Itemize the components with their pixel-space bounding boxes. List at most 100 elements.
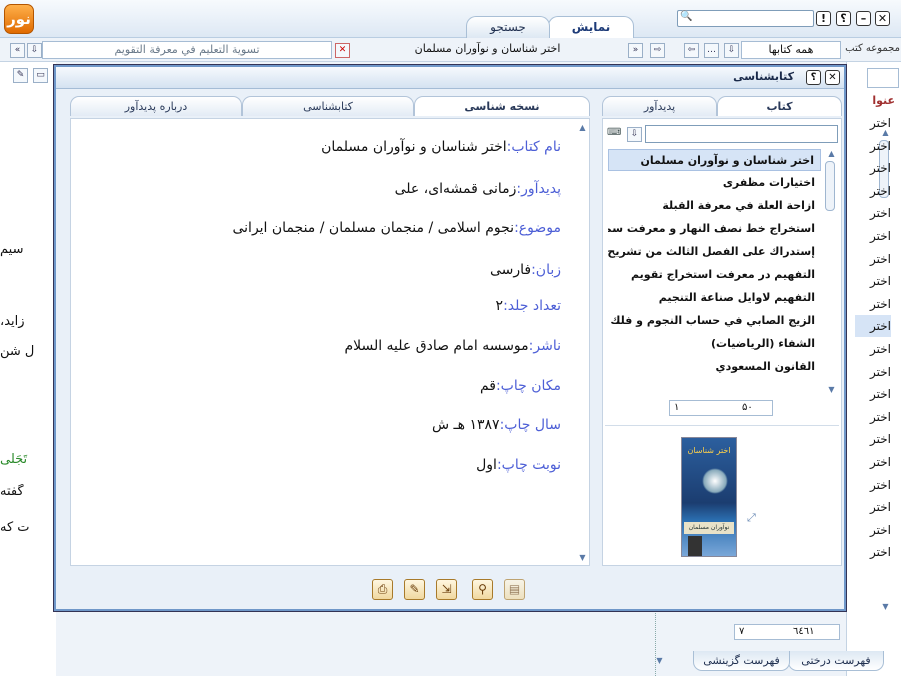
title-list-item[interactable]: اختر — [855, 519, 891, 541]
export-icon[interactable]: ⇲ — [436, 579, 457, 600]
tab-display[interactable]: نمایش — [548, 16, 634, 38]
detail-row: پدیدآور:زمانی قمشه‌ای، علی — [81, 181, 561, 197]
forward-arrow-icon[interactable]: ⇨ — [650, 43, 665, 58]
scroll-up-icon[interactable]: ▲ — [578, 123, 587, 132]
title-list-panel: عنوا ▲ اختر اختر اختر اختر اختر اختر اختر اختر ا… — [846, 62, 901, 676]
pager-total: ٦٤٦١ — [793, 626, 815, 637]
title-list-item[interactable]: اختر — [855, 225, 891, 247]
title-filter-input[interactable] — [867, 68, 899, 88]
tab-about-author[interactable]: درباره پدیدآور — [70, 96, 242, 116]
book-list-item[interactable]: اختر شناسان و نوآوران مسلمان — [608, 149, 821, 171]
book-cover-image: اختر شناسان نوآوران مسلمان — [681, 437, 737, 557]
title-list-item[interactable]: اختر — [855, 474, 891, 496]
detail-label: سال چاپ: — [499, 417, 561, 433]
title-list-item[interactable]: اختر — [855, 180, 891, 202]
title-list-item[interactable]: اختر — [855, 270, 891, 292]
arrow-down-icon[interactable]: ⇩ — [627, 127, 642, 142]
layout-icon[interactable]: ▭ — [33, 68, 48, 83]
tab-author[interactable]: پدیدآور — [602, 96, 717, 116]
back-arrow-icon[interactable]: ⇦ — [684, 43, 699, 58]
global-search-input[interactable]: 🔍 — [677, 10, 814, 27]
double-chevron-right-icon[interactable]: » — [628, 43, 643, 58]
detail-row: مکان چاپ:قم — [81, 378, 561, 394]
copy-icon[interactable]: ▤ — [504, 579, 525, 600]
search-icon[interactable]: ⚲ — [472, 579, 493, 600]
scroll-down-icon[interactable]: ▼ — [827, 385, 836, 394]
tab-manuscript[interactable]: نسخه شناسی — [414, 96, 590, 116]
cover-moon — [702, 468, 728, 494]
top-toolbar: نور 🔍 ! ؟ – ✕ نمایش جستجو — [0, 0, 901, 38]
title-list-item[interactable]: اختر — [855, 383, 891, 405]
close-icon[interactable]: ✕ — [335, 43, 350, 58]
title-list-item[interactable]: اختر — [855, 541, 891, 563]
detail-value: نجوم اسلامی / منجمان مسلمان / منجمان ایر… — [232, 220, 515, 236]
expand-icon[interactable]: ⤢ — [747, 511, 760, 524]
tab-book[interactable]: کتاب — [717, 96, 842, 116]
double-chevron-left-icon[interactable]: « — [10, 43, 25, 58]
title-list-item[interactable]: اختر — [855, 496, 891, 518]
book-list-item[interactable]: الشفاء (الرياضيات) — [608, 333, 821, 355]
arrow-down-icon[interactable]: ⇩ — [724, 43, 739, 58]
bibliography-dialog: کتابشناسی ✕ ؟ درباره پدیدآور کتابشناسی ن… — [54, 65, 846, 611]
scroll-down-icon[interactable]: ▼ — [578, 553, 587, 562]
edit-icon[interactable]: ✎ — [404, 579, 425, 600]
pager-current[interactable]: ۷ — [739, 626, 744, 637]
scroll-down-icon[interactable]: ▼ — [881, 602, 890, 611]
detail-row: تعداد جلد:۲ — [81, 298, 561, 314]
library-select[interactable]: همه کتابها — [741, 41, 841, 59]
title-list-item[interactable]: اختر — [855, 248, 891, 270]
title-list-item[interactable]: اختر — [855, 428, 891, 450]
title-list-item[interactable]: اختر — [855, 157, 891, 179]
library-label: مجموعه کتب — [845, 43, 900, 54]
minimize-button[interactable]: – — [856, 11, 871, 26]
close-button[interactable]: ✕ — [875, 11, 890, 26]
book-list-item[interactable]: التفهیم در معرفت استخراج تقویم — [608, 264, 821, 286]
title-list-item[interactable]: اختر — [855, 293, 891, 315]
title-list-item[interactable]: اختر — [855, 338, 891, 360]
tools-icon[interactable]: ✎ — [13, 68, 28, 83]
title-list-item[interactable]: اختر — [855, 112, 891, 134]
scrollbar-thumb[interactable] — [825, 161, 835, 211]
detail-value: ۱۳۸۷ هـ ش — [432, 417, 500, 433]
keyboard-icon[interactable]: ⌨ — [607, 127, 623, 140]
help-button[interactable]: ؟ — [836, 11, 851, 26]
search-icon: 🔍 — [680, 11, 693, 22]
detail-value: ۲ — [495, 298, 504, 314]
info-button[interactable]: ! — [816, 11, 831, 26]
scroll-up-icon[interactable]: ▲ — [827, 149, 836, 158]
book-list-item[interactable]: اختیارات مظفری — [608, 172, 821, 194]
tab-tree-index[interactable]: فهرست درختی — [788, 651, 884, 671]
current-book-field[interactable]: اختر شناسان و نوآوران مسلمان — [350, 41, 625, 59]
app-logo[interactable]: نور — [4, 4, 34, 34]
tab-selective-index[interactable]: فهرست گزینشی — [693, 651, 790, 671]
pager-page[interactable]: ۱ — [674, 402, 679, 413]
cover-telescope — [688, 536, 702, 556]
book-filter-input[interactable] — [645, 125, 838, 143]
book-list-item[interactable]: الزيج الصابي في حساب النجوم و فلك الب... — [608, 310, 821, 332]
title-list-item[interactable]: اختر — [855, 451, 891, 473]
title-list-item[interactable]: اختر — [855, 406, 891, 428]
tab-bibliography[interactable]: کتابشناسی — [242, 96, 414, 116]
detail-label: مکان چاپ: — [495, 378, 561, 394]
dialog-close-button[interactable]: ✕ — [825, 70, 840, 85]
title-list-item[interactable]: اختر — [855, 202, 891, 224]
reader-page: ✎ ▭ سیم زاید، ل شن تَجَلّی گفته ت که — [0, 62, 56, 676]
detail-value: اول — [476, 457, 497, 473]
book-list-item[interactable]: استخراج خط نصف النهار و معرفت سمت ... — [608, 218, 821, 240]
dialog-help-button[interactable]: ؟ — [806, 70, 821, 85]
scroll-down-icon[interactable]: ▼ — [655, 656, 664, 665]
print-icon[interactable]: ⎙ — [372, 579, 393, 600]
book-list-item[interactable]: التفهيم لاوايل صناعة التنجيم — [608, 287, 821, 309]
other-book-field[interactable]: تسوية التعليم في معرفة التقويم — [42, 41, 332, 59]
book-list-item[interactable]: ازاحة العلة في معرفة القبلة — [608, 195, 821, 217]
title-list-item[interactable]: اختر — [855, 361, 891, 383]
title-list-item[interactable]: اختر — [855, 135, 891, 157]
more-icon[interactable]: … — [704, 43, 719, 58]
arrow-down-icon[interactable]: ⇩ — [27, 43, 42, 58]
book-list-item[interactable]: القانون المسعودي — [608, 356, 821, 378]
book-list-item[interactable]: إستدراك على الفصل الثالث من تشريح ا... — [608, 241, 821, 263]
tab-search[interactable]: جستجو — [466, 16, 550, 38]
detail-label: پدیدآور: — [516, 181, 561, 197]
detail-row: ناشر:موسسه امام صادق علیه السلام — [81, 338, 561, 354]
title-list-item[interactable]: اختر — [855, 315, 891, 338]
